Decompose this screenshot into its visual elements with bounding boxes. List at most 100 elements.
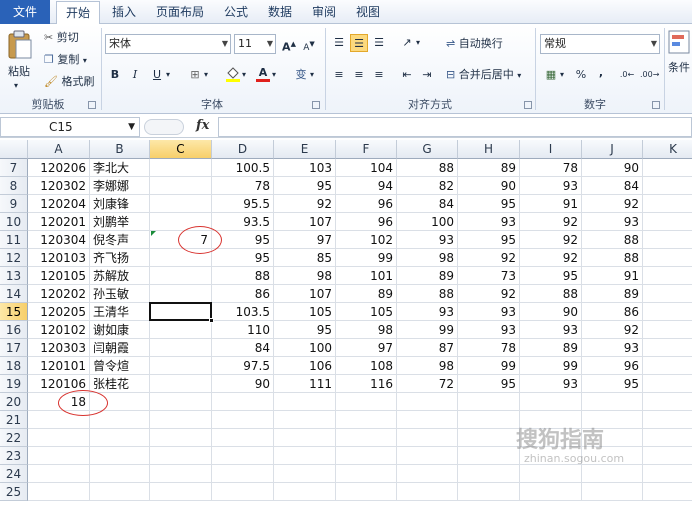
cell-i7[interactable]: 78 (520, 159, 582, 177)
cell-d14[interactable]: 86 (212, 285, 274, 303)
cell-g7[interactable]: 88 (397, 159, 458, 177)
cell-g12[interactable]: 98 (397, 249, 458, 267)
formula-input[interactable] (218, 117, 692, 137)
tab-view[interactable]: 视图 (346, 0, 390, 24)
cell-f12[interactable]: 99 (336, 249, 397, 267)
shrink-font-button[interactable]: A▼ (300, 35, 318, 53)
cell-c8[interactable] (150, 177, 212, 195)
align-center-button[interactable]: ≡ (350, 66, 368, 84)
align-bottom-button[interactable]: ☰ (370, 34, 388, 52)
align-right-button[interactable]: ≡ (370, 66, 388, 84)
cell-g17[interactable]: 87 (397, 339, 458, 357)
cell-f9[interactable]: 96 (336, 195, 397, 213)
cell-d17[interactable]: 84 (212, 339, 274, 357)
column-header-i[interactable]: I (520, 140, 582, 159)
cell-j18[interactable]: 96 (582, 357, 643, 375)
cell-f7[interactable]: 104 (336, 159, 397, 177)
cell-f22[interactable] (336, 429, 397, 447)
cell-k21[interactable] (643, 411, 692, 429)
number-format-combo[interactable]: 常规 ▼ (540, 34, 660, 54)
cell-k23[interactable] (643, 447, 692, 465)
cell-k19[interactable] (643, 375, 692, 393)
cell-d7[interactable]: 100.5 (212, 159, 274, 177)
alignment-launcher-icon[interactable] (524, 101, 532, 109)
cell-b16[interactable]: 谢如康 (90, 321, 150, 339)
cell-h24[interactable] (458, 465, 520, 483)
cell-j14[interactable]: 89 (582, 285, 643, 303)
cell-k20[interactable] (643, 393, 692, 411)
conditional-format-button[interactable]: 条件 (668, 28, 692, 94)
cell-e14[interactable]: 107 (274, 285, 336, 303)
cell-a16[interactable]: 120102 (28, 321, 90, 339)
cell-d15[interactable]: 103.5 (212, 303, 274, 321)
cell-d10[interactable]: 93.5 (212, 213, 274, 231)
cell-f11[interactable]: 102 (336, 231, 397, 249)
cut-button[interactable]: ✂ 剪切 (44, 30, 79, 46)
cell-a24[interactable] (28, 465, 90, 483)
cell-h16[interactable]: 93 (458, 321, 520, 339)
cell-j10[interactable]: 93 (582, 213, 643, 231)
cell-j7[interactable]: 90 (582, 159, 643, 177)
cell-c23[interactable] (150, 447, 212, 465)
cell-i19[interactable]: 93 (520, 375, 582, 393)
tab-data[interactable]: 数据 (258, 0, 302, 24)
cell-h20[interactable] (458, 393, 520, 411)
cell-c22[interactable] (150, 429, 212, 447)
row-header[interactable]: 7 (0, 159, 28, 177)
cell-i13[interactable]: 95 (520, 267, 582, 285)
cell-a14[interactable]: 120202 (28, 285, 90, 303)
cell-d20[interactable] (212, 393, 274, 411)
decrease-decimal-button[interactable]: .00→ (640, 66, 659, 84)
cell-c25[interactable] (150, 483, 212, 501)
cell-e8[interactable]: 95 (274, 177, 336, 195)
cell-c21[interactable] (150, 411, 212, 429)
cell-g15[interactable]: 93 (397, 303, 458, 321)
row-header[interactable]: 8 (0, 177, 28, 195)
paste-button[interactable]: 粘贴 ▾ (4, 28, 36, 90)
phonetic-button[interactable]: 变 (292, 66, 310, 84)
comma-button[interactable]: , (592, 64, 610, 82)
cell-c7[interactable] (150, 159, 212, 177)
column-header-h[interactable]: H (458, 140, 520, 159)
cell-i24[interactable] (520, 465, 582, 483)
cell-g24[interactable] (397, 465, 458, 483)
row-header[interactable]: 9 (0, 195, 28, 213)
column-header-c[interactable]: C (150, 140, 212, 159)
cell-b17[interactable]: 闫朝霞 (90, 339, 150, 357)
cell-e7[interactable]: 103 (274, 159, 336, 177)
cell-h22[interactable] (458, 429, 520, 447)
cell-c17[interactable] (150, 339, 212, 357)
cell-h15[interactable]: 93 (458, 303, 520, 321)
cell-g16[interactable]: 99 (397, 321, 458, 339)
column-header-e[interactable]: E (274, 140, 336, 159)
cell-b19[interactable]: 张桂花 (90, 375, 150, 393)
cell-k9[interactable] (643, 195, 692, 213)
cell-d19[interactable]: 90 (212, 375, 274, 393)
font-launcher-icon[interactable] (312, 101, 320, 109)
cell-b9[interactable]: 刘康锋 (90, 195, 150, 213)
cell-c14[interactable] (150, 285, 212, 303)
cell-b10[interactable]: 刘鹏举 (90, 213, 150, 231)
borders-button[interactable]: ⊞ (186, 66, 204, 84)
row-header[interactable]: 15 (0, 303, 28, 321)
cell-i14[interactable]: 88 (520, 285, 582, 303)
cell-f15[interactable]: 105 (336, 303, 397, 321)
cell-e12[interactable]: 85 (274, 249, 336, 267)
cell-k12[interactable] (643, 249, 692, 267)
cell-h11[interactable]: 95 (458, 231, 520, 249)
formula-bar-resize-handle[interactable] (144, 119, 184, 135)
increase-indent-button[interactable]: ⇥ (418, 66, 436, 84)
cell-e13[interactable]: 98 (274, 267, 336, 285)
cell-d8[interactable]: 78 (212, 177, 274, 195)
cell-h7[interactable]: 89 (458, 159, 520, 177)
row-header[interactable]: 18 (0, 357, 28, 375)
cell-f16[interactable]: 98 (336, 321, 397, 339)
cell-j13[interactable]: 91 (582, 267, 643, 285)
cell-h17[interactable]: 78 (458, 339, 520, 357)
row-header[interactable]: 25 (0, 483, 28, 501)
decrease-indent-button[interactable]: ⇤ (398, 66, 416, 84)
cell-b7[interactable]: 李北大 (90, 159, 150, 177)
cell-a11[interactable]: 120304 (28, 231, 90, 249)
cell-b11[interactable]: 倪冬声 (90, 231, 150, 249)
cell-b12[interactable]: 齐飞扬 (90, 249, 150, 267)
